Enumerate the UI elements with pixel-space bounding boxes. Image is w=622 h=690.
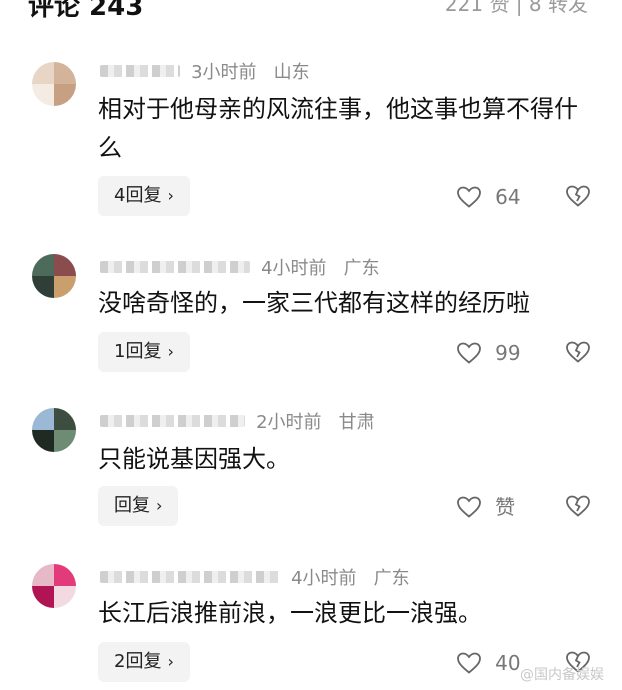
reply-count-label: 1回复 xyxy=(114,341,162,362)
comment-location: 广东 xyxy=(373,568,410,589)
comment-meta: 4小时前 广东 xyxy=(100,254,380,280)
view-replies-button[interactable]: 2回复 › xyxy=(98,642,190,682)
like-label: 赞 xyxy=(495,494,516,519)
heart-icon xyxy=(457,496,481,518)
watermark: @国内备娱娱 xyxy=(520,667,604,683)
comment-time: 3小时前 xyxy=(191,62,257,83)
like-count: 40 xyxy=(495,650,521,675)
username-blurred[interactable] xyxy=(100,261,250,273)
comment-meta: 2小时前 甘肃 xyxy=(100,408,375,434)
comment-item: 2小时前 甘肃 只能说基因强大。 回复 › 赞 xyxy=(0,406,622,556)
comment-item: 3小时前 山东 相对于他母亲的风流往事，他这事也算不得什么 4回复 › 64 xyxy=(0,56,622,216)
comments-count-title: 评论 243 xyxy=(28,0,144,22)
chevron-right-icon: › xyxy=(167,186,174,205)
comment-text: 相对于他母亲的风流往事，他这事也算不得什么 xyxy=(98,95,578,162)
comments-header: 评论 243 221 赞 | 8 转发 xyxy=(0,0,622,22)
comment-time: 4小时前 xyxy=(261,258,327,279)
username-blurred[interactable] xyxy=(100,65,180,77)
chevron-right-icon: › xyxy=(167,342,174,361)
like-button[interactable]: 99 xyxy=(456,332,521,372)
avatar[interactable] xyxy=(32,254,76,298)
like-button[interactable]: 赞 xyxy=(456,486,515,526)
reply-count-label: 2回复 xyxy=(114,651,162,672)
avatar[interactable] xyxy=(32,408,76,452)
avatar[interactable] xyxy=(32,62,76,106)
heart-icon xyxy=(457,342,481,364)
comment-text: 长江后浪推前浪，一浪更比一浪强。 xyxy=(98,599,482,627)
like-button[interactable]: 64 xyxy=(456,176,521,216)
like-button[interactable]: 40 xyxy=(456,642,521,682)
username-blurred[interactable] xyxy=(100,415,245,427)
comment-text: 没啥奇怪的，一家三代都有这样的经历啦 xyxy=(98,289,530,317)
broken-heart-icon xyxy=(566,495,590,517)
comment-text: 只能说基因强大。 xyxy=(98,445,290,473)
reply-count-label: 4回复 xyxy=(114,185,162,206)
heart-icon xyxy=(457,186,481,208)
comment-location: 甘肃 xyxy=(338,412,375,433)
comment-meta: 3小时前 山东 xyxy=(100,58,310,84)
comment-location: 广东 xyxy=(343,258,380,279)
view-replies-button[interactable]: 4回复 › xyxy=(98,176,190,216)
chevron-right-icon: › xyxy=(167,652,174,671)
avatar[interactable] xyxy=(32,564,76,608)
view-replies-button[interactable]: 1回复 › xyxy=(98,332,190,372)
reply-label: 回复 xyxy=(114,495,150,516)
likes-reposts-stats: 221 赞 | 8 转发 xyxy=(444,0,588,16)
broken-heart-icon xyxy=(566,341,590,363)
comment-location: 山东 xyxy=(273,62,310,83)
dislike-button[interactable] xyxy=(564,176,592,216)
reply-button[interactable]: 回复 › xyxy=(98,486,179,526)
like-count: 64 xyxy=(495,184,521,209)
comment-time: 4小时前 xyxy=(291,568,357,589)
heart-icon xyxy=(457,652,481,674)
dislike-button[interactable] xyxy=(564,486,592,526)
chevron-right-icon: › xyxy=(156,496,163,515)
comment-item: 4小时前 广东 没啥奇怪的，一家三代都有这样的经历啦 1回复 › 99 xyxy=(0,252,622,402)
like-count: 99 xyxy=(495,340,521,365)
comment-time: 2小时前 xyxy=(256,412,322,433)
comment-meta: 4小时前 广东 xyxy=(100,564,410,590)
broken-heart-icon xyxy=(566,185,590,207)
username-blurred[interactable] xyxy=(100,571,280,583)
dislike-button[interactable] xyxy=(564,332,592,372)
